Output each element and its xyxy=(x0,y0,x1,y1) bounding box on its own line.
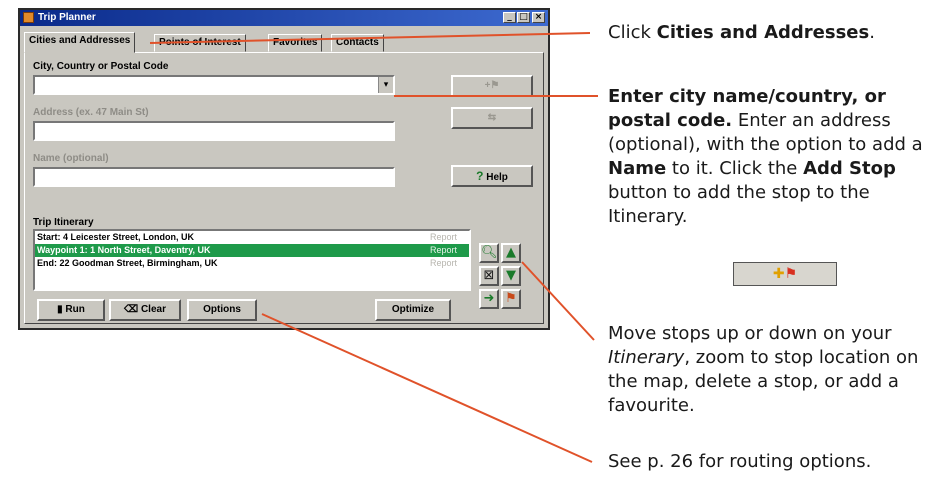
itinerary-label: Trip Itinerary xyxy=(33,217,94,228)
annotation-itinerary: Move stops up or down on your Itinerary,… xyxy=(608,323,919,416)
itinerary-row-end[interactable]: End: 22 Goodman Street, Birmingham, UK R… xyxy=(35,257,469,270)
delete-stop-icon[interactable]: ⊠ xyxy=(479,266,499,286)
plus-icon: ✚ xyxy=(772,266,785,282)
clear-icon: ⌫ xyxy=(124,304,139,315)
report-link[interactable]: Report xyxy=(430,244,457,257)
add-stop-icon: +⚑ xyxy=(484,80,500,91)
annotation-tab: Click Cities and Addresses. xyxy=(608,22,875,43)
help-button[interactable]: ? Help xyxy=(451,165,533,187)
move-down-icon[interactable]: ▼ xyxy=(501,266,521,286)
tab-favorites[interactable]: Favorites xyxy=(268,34,323,52)
flag-icon: ⚑ xyxy=(784,266,798,282)
arrow-right-icon[interactable]: ➜ xyxy=(479,289,499,309)
cities-panel: City, Country or Postal Code ▾ Address (… xyxy=(24,52,544,324)
city-label: City, Country or Postal Code xyxy=(33,61,169,72)
trip-planner-window: Trip Planner _ □ × Cities and Addresses … xyxy=(18,8,550,330)
name-label: Name (optional) xyxy=(33,153,109,164)
replace-stop-button[interactable]: ⇆ xyxy=(451,107,533,129)
title-bar[interactable]: Trip Planner _ □ × xyxy=(20,10,548,26)
tab-cities-and-addresses[interactable]: Cities and Addresses xyxy=(24,32,136,53)
callout-line-options xyxy=(261,313,593,463)
address-input[interactable] xyxy=(33,121,395,141)
question-icon: ? xyxy=(476,169,484,183)
itinerary-row-start[interactable]: Start: 4 Leicester Street, London, UK Re… xyxy=(35,231,469,244)
options-button[interactable]: Options xyxy=(187,299,257,321)
itinerary-row-waypoint[interactable]: Waypoint 1: 1 North Street, Daventry, UK… xyxy=(35,244,469,257)
run-button[interactable]: ▮ Run xyxy=(37,299,105,321)
zoom-to-stop-icon[interactable]: 🔍︎ xyxy=(479,243,499,263)
app-icon xyxy=(23,12,34,23)
minimize-button[interactable]: _ xyxy=(503,12,516,23)
address-label: Address (ex. 47 Main St) xyxy=(33,107,149,118)
tab-strip: Cities and Addresses Points of Interest … xyxy=(24,32,544,53)
name-input[interactable] xyxy=(33,167,395,187)
tab-contacts[interactable]: Contacts xyxy=(331,34,384,52)
maximize-button[interactable]: □ xyxy=(517,12,530,23)
chevron-down-icon[interactable]: ▾ xyxy=(378,77,393,93)
annotation-city: Enter city name/country, or postal code.… xyxy=(608,86,923,227)
add-stop-button-sample: ✚⚑ xyxy=(733,262,837,286)
replace-icon: ⇆ xyxy=(487,112,497,123)
report-link[interactable]: Report xyxy=(430,231,457,244)
clear-button[interactable]: ⌫ Clear xyxy=(109,299,181,321)
add-stop-button[interactable]: +⚑ xyxy=(451,75,533,97)
window-title: Trip Planner xyxy=(38,12,96,23)
city-input[interactable]: ▾ xyxy=(33,75,395,95)
move-up-icon[interactable]: ▲ xyxy=(501,243,521,263)
report-link[interactable]: Report xyxy=(430,257,457,270)
close-button[interactable]: × xyxy=(532,12,545,23)
itinerary-list[interactable]: Start: 4 Leicester Street, London, UK Re… xyxy=(33,229,471,291)
optimize-button[interactable]: Optimize xyxy=(375,299,451,321)
run-icon: ▮ xyxy=(57,304,63,315)
add-favourite-icon[interactable]: ⚑ xyxy=(501,289,521,309)
annotation-options: See p. 26 for routing options. xyxy=(608,451,872,472)
tab-points-of-interest[interactable]: Points of Interest xyxy=(154,34,246,52)
